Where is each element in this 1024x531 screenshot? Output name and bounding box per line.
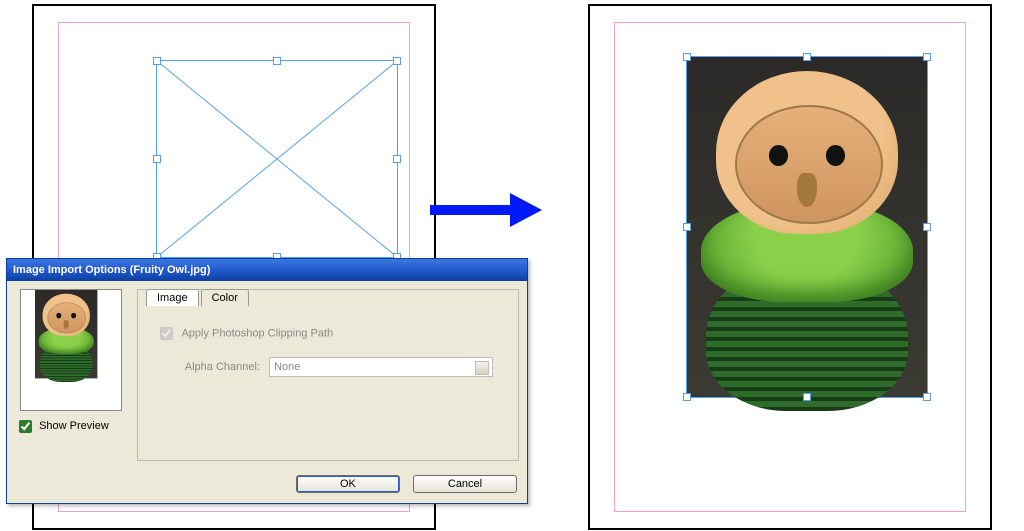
resize-handle[interactable] (153, 57, 161, 65)
resize-handle[interactable] (683, 393, 691, 401)
resize-handle[interactable] (803, 53, 811, 61)
preview-thumbnail (20, 289, 122, 411)
empty-image-frame[interactable] (156, 60, 398, 258)
dialog-titlebar[interactable]: Image Import Options (Fruity Owl.jpg) (7, 259, 527, 281)
show-preview-label: Show Preview (39, 420, 109, 432)
placed-owl-image (687, 57, 927, 397)
alpha-channel-value: None (274, 361, 300, 373)
document-page-after (588, 4, 992, 530)
frame-placeholder-x (157, 61, 397, 257)
resize-handle[interactable] (393, 155, 401, 163)
apply-clipping-label: Apply Photoshop Clipping Path (181, 327, 333, 339)
resize-handle[interactable] (153, 155, 161, 163)
ok-button[interactable]: OK (296, 475, 400, 493)
resize-handle[interactable] (923, 393, 931, 401)
tab-color[interactable]: Color (201, 289, 249, 306)
resize-handle[interactable] (803, 393, 811, 401)
chevron-down-icon (478, 365, 486, 370)
tab-image[interactable]: Image (146, 289, 199, 306)
alpha-channel-label: Alpha Channel: (168, 361, 260, 373)
options-panel: Image Color Apply Photoshop Clipping Pat… (137, 289, 519, 461)
image-import-options-dialog: Image Import Options (Fruity Owl.jpg) (6, 258, 528, 504)
placed-image-frame[interactable] (686, 56, 928, 398)
resize-handle[interactable] (683, 53, 691, 61)
resize-handle[interactable] (923, 53, 931, 61)
show-preview-input[interactable] (19, 420, 32, 433)
cancel-button[interactable]: Cancel (413, 475, 517, 493)
show-preview-checkbox[interactable]: Show Preview (15, 420, 109, 432)
arrow-icon (430, 195, 545, 225)
alpha-channel-select: None (269, 357, 493, 377)
resize-handle[interactable] (273, 57, 281, 65)
apply-clipping-checkbox (160, 327, 173, 340)
resize-handle[interactable] (923, 223, 931, 231)
resize-handle[interactable] (683, 223, 691, 231)
resize-handle[interactable] (393, 57, 401, 65)
